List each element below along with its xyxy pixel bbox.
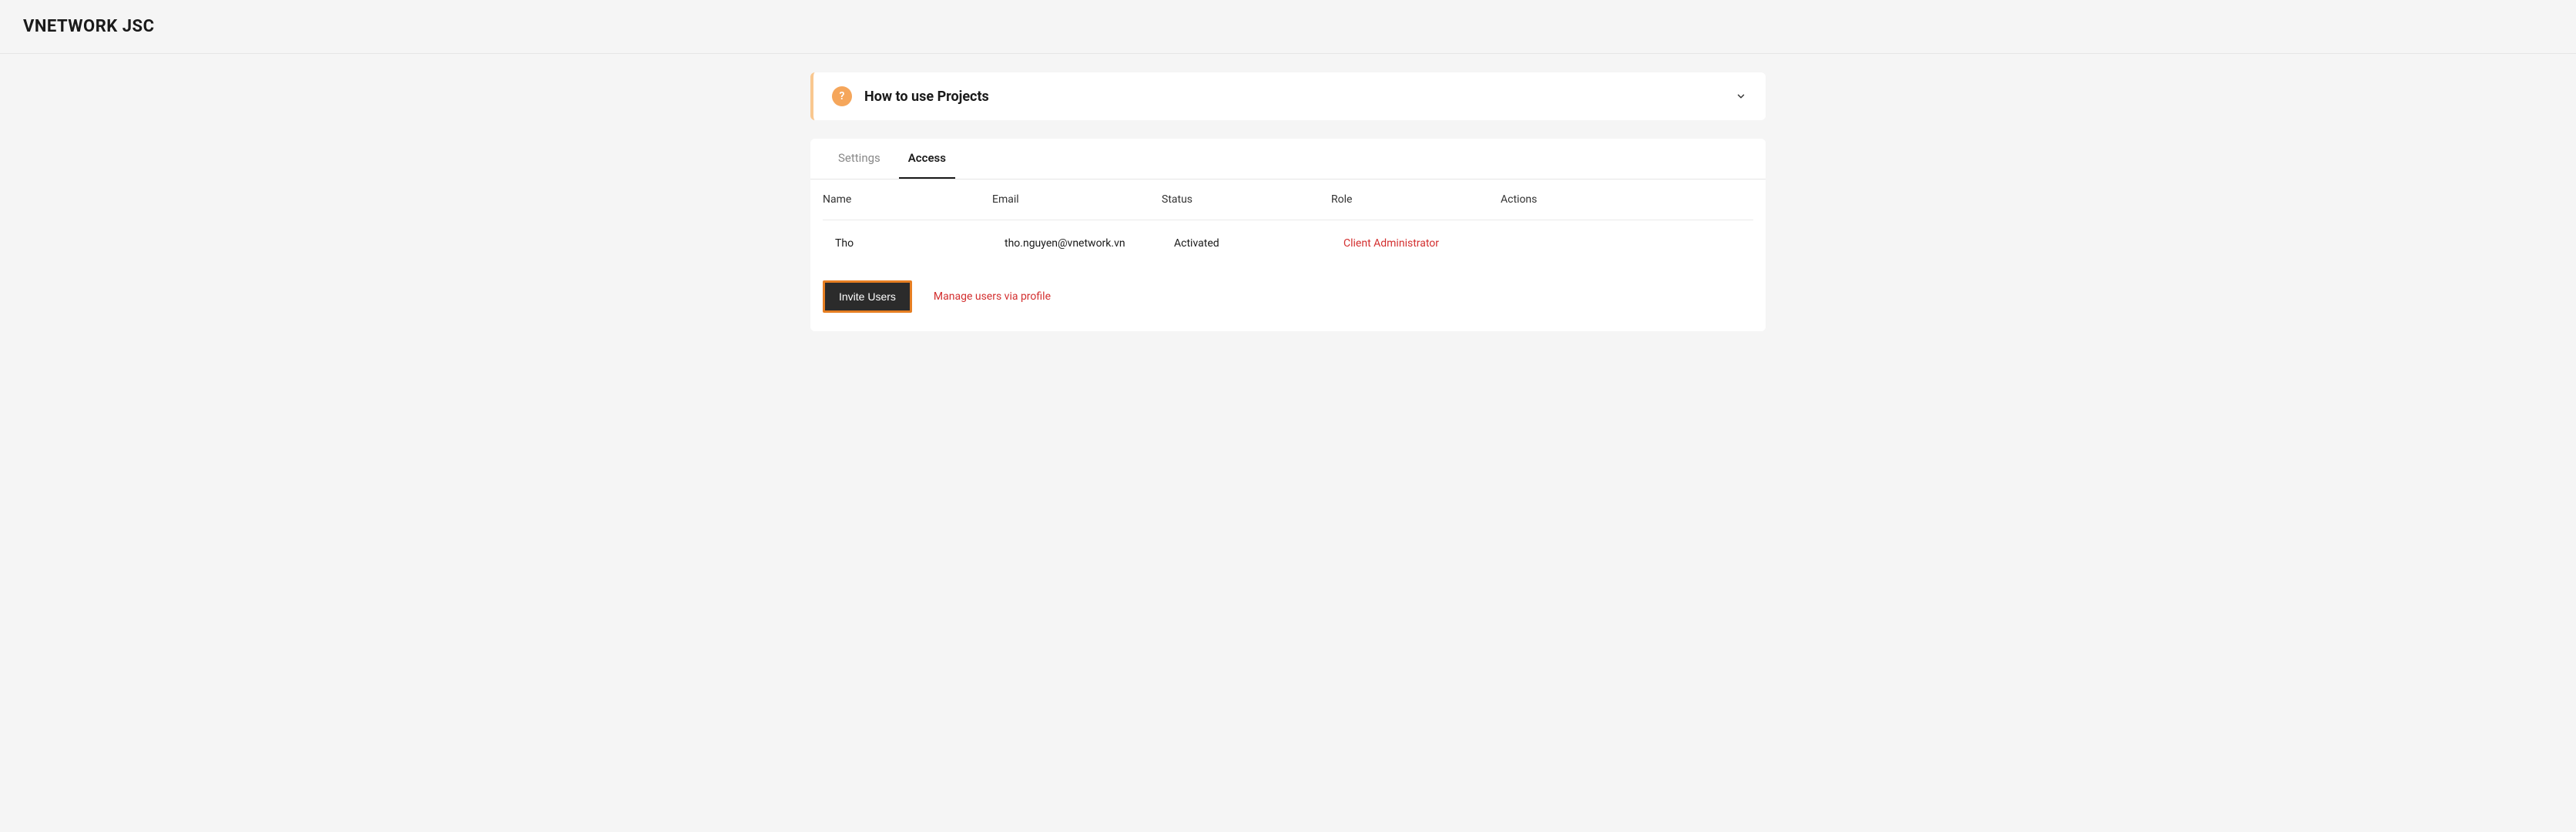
table-row: Tho tho.nguyen@vnetwork.vn Activated Cli… xyxy=(823,220,1753,267)
page-header: VNETWORK JSC xyxy=(0,0,2576,54)
cell-email: tho.nguyen@vnetwork.vn xyxy=(992,237,1162,250)
cell-status: Activated xyxy=(1162,237,1331,250)
chevron-down-icon[interactable] xyxy=(1735,90,1747,102)
th-actions: Actions xyxy=(1501,193,1753,206)
manage-users-link[interactable]: Manage users via profile xyxy=(934,290,1051,303)
company-title: VNETWORK JSC xyxy=(23,17,2553,36)
cell-role: Client Administrator xyxy=(1331,237,1501,250)
actions-bar: Invite Users Manage users via profile xyxy=(810,267,1766,331)
cell-name: Tho xyxy=(823,237,992,250)
users-table: Name Email Status Role Actions Tho tho.n… xyxy=(810,179,1766,267)
main-container: ? How to use Projects Settings Access Na… xyxy=(810,54,1766,350)
help-banner-content: ? How to use Projects xyxy=(832,86,989,106)
th-status: Status xyxy=(1162,193,1331,206)
tab-settings[interactable]: Settings xyxy=(829,139,890,179)
cell-actions xyxy=(1501,237,1753,250)
role-text: Client Administrator xyxy=(1331,237,1439,250)
invite-users-button[interactable]: Invite Users xyxy=(823,280,912,313)
help-banner[interactable]: ? How to use Projects xyxy=(810,72,1766,120)
th-email: Email xyxy=(992,193,1162,206)
help-icon: ? xyxy=(832,86,852,106)
th-name: Name xyxy=(823,193,992,206)
tabs-bar: Settings Access xyxy=(810,139,1766,179)
table-header-row: Name Email Status Role Actions xyxy=(823,179,1753,220)
help-banner-title: How to use Projects xyxy=(864,89,989,105)
tab-access[interactable]: Access xyxy=(899,139,955,179)
access-card: Settings Access Name Email Status Role A… xyxy=(810,139,1766,331)
th-role: Role xyxy=(1331,193,1501,206)
